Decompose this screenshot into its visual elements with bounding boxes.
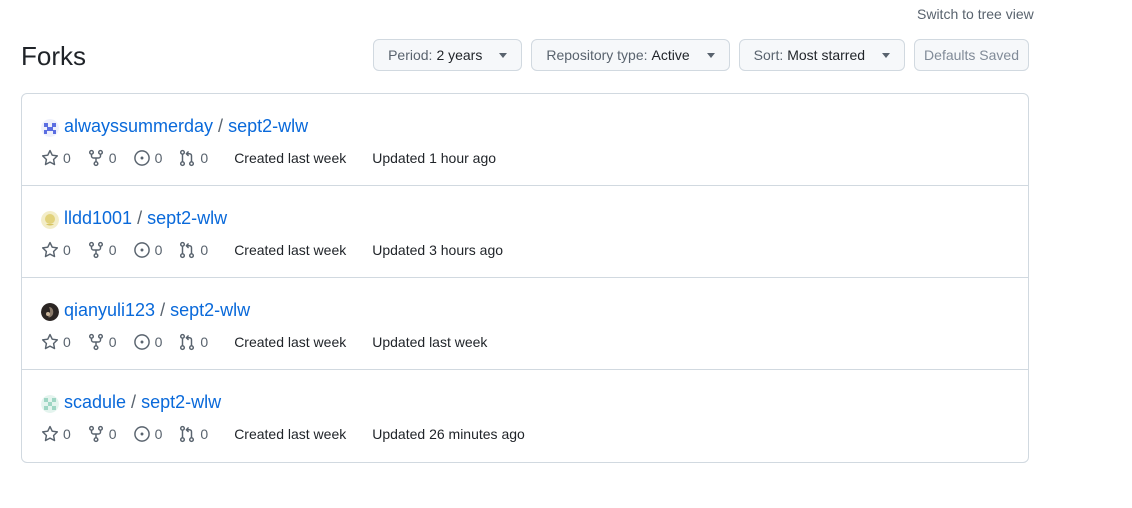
pull-requests-count: 0 bbox=[178, 333, 208, 351]
repo-forked-icon bbox=[88, 241, 103, 259]
fork-repo-line: scadule / sept2-wlw bbox=[41, 390, 221, 414]
forks-count: 0 bbox=[87, 333, 117, 351]
defaults-saved-button: Defaults Saved bbox=[914, 39, 1029, 71]
star-icon bbox=[41, 241, 59, 258]
created-date: Created last week bbox=[234, 426, 347, 442]
fork-row: alwayssummerday / sept2-wlw 0 0 0 0 Crea… bbox=[22, 94, 1028, 185]
repository-type-dropdown-button[interactable]: Repository type: Active bbox=[531, 39, 730, 71]
fork-repo-line: alwayssummerday / sept2-wlw bbox=[41, 114, 308, 138]
issue-opened-icon bbox=[133, 150, 150, 166]
path-separator: / bbox=[218, 116, 224, 136]
avatar[interactable] bbox=[41, 394, 59, 413]
star-icon bbox=[41, 149, 59, 166]
stars-count: 0 bbox=[41, 241, 71, 259]
fork-owner-link[interactable]: scadule bbox=[64, 390, 126, 414]
created-date: Created last week bbox=[234, 334, 347, 350]
fork-row: qianyuli123 / sept2-wlw 0 0 0 0 Created … bbox=[22, 277, 1028, 369]
repo-forked-icon bbox=[88, 333, 103, 351]
created-date: Created last week bbox=[234, 150, 347, 166]
repo-forked-icon bbox=[88, 425, 103, 443]
forks-page: Switch to tree view Forks Period: 2 year… bbox=[0, 0, 1132, 508]
path-separator: / bbox=[131, 392, 137, 412]
fork-row: lldd1001 / sept2-wlw 0 0 0 0 Created las… bbox=[22, 185, 1028, 277]
stars-count: 0 bbox=[41, 425, 71, 443]
fork-owner-link[interactable]: lldd1001 bbox=[64, 206, 132, 230]
fork-repo-link[interactable]: sept2-wlw bbox=[147, 206, 227, 230]
sort-label: Sort: bbox=[753, 47, 784, 63]
forks-count: 0 bbox=[87, 241, 117, 259]
triangle-down-icon bbox=[882, 52, 891, 58]
triangle-down-icon bbox=[706, 52, 715, 58]
pull-requests-count: 0 bbox=[178, 149, 208, 167]
fork-owner-link[interactable]: alwayssummerday bbox=[64, 114, 213, 138]
updated-date: Updated 26 minutes ago bbox=[372, 426, 525, 442]
fork-repo-line: qianyuli123 / sept2-wlw bbox=[41, 298, 250, 322]
fork-meta: 0 0 0 0 Created last week Updated 26 min… bbox=[41, 425, 525, 443]
updated-date: Updated 3 hours ago bbox=[372, 242, 504, 258]
issues-count: 0 bbox=[133, 149, 162, 167]
issue-opened-icon bbox=[133, 426, 150, 442]
fork-repo-link[interactable]: sept2-wlw bbox=[228, 114, 308, 138]
pull-requests-count: 0 bbox=[178, 241, 208, 259]
fork-repo-line: lldd1001 / sept2-wlw bbox=[41, 206, 227, 230]
fork-meta: 0 0 0 0 Created last week Updated last w… bbox=[41, 333, 487, 351]
created-date: Created last week bbox=[234, 242, 347, 258]
forks-header: Forks Period: 2 years Repository type: A… bbox=[21, 39, 1029, 71]
avatar[interactable] bbox=[41, 118, 59, 137]
repository-type-value: Active bbox=[651, 47, 690, 63]
period-dropdown-button[interactable]: Period: 2 years bbox=[373, 39, 523, 71]
page-title: Forks bbox=[21, 41, 86, 71]
filter-controls: Period: 2 years Repository type: Active … bbox=[373, 39, 1029, 71]
git-pull-request-icon bbox=[180, 241, 195, 259]
forks-list: alwayssummerday / sept2-wlw 0 0 0 0 Crea… bbox=[21, 93, 1029, 463]
avatar[interactable] bbox=[41, 302, 59, 321]
updated-date: Updated last week bbox=[372, 334, 488, 350]
avatar[interactable] bbox=[41, 210, 59, 229]
path-separator: / bbox=[160, 300, 166, 320]
fork-repo-link[interactable]: sept2-wlw bbox=[170, 298, 250, 322]
path-separator: / bbox=[137, 208, 143, 228]
issues-count: 0 bbox=[133, 241, 162, 259]
star-icon bbox=[41, 425, 59, 442]
star-icon bbox=[41, 333, 59, 350]
fork-meta: 0 0 0 0 Created last week Updated 1 hour… bbox=[41, 149, 496, 167]
forks-count: 0 bbox=[87, 149, 117, 167]
sort-dropdown-button[interactable]: Sort: Most starred bbox=[738, 39, 906, 71]
git-pull-request-icon bbox=[180, 149, 195, 167]
pull-requests-count: 0 bbox=[178, 425, 208, 443]
issues-count: 0 bbox=[133, 425, 162, 443]
fork-meta: 0 0 0 0 Created last week Updated 3 hour… bbox=[41, 241, 503, 259]
fork-repo-link[interactable]: sept2-wlw bbox=[141, 390, 221, 414]
issue-opened-icon bbox=[133, 242, 150, 258]
repository-type-label: Repository type: bbox=[546, 47, 648, 63]
issue-opened-icon bbox=[133, 334, 150, 350]
period-value: 2 years bbox=[436, 47, 483, 63]
repo-forked-icon bbox=[88, 149, 103, 167]
period-label: Period: bbox=[388, 47, 433, 63]
switch-to-tree-view-link[interactable]: Switch to tree view bbox=[917, 6, 1034, 22]
stars-count: 0 bbox=[41, 333, 71, 351]
issues-count: 0 bbox=[133, 333, 162, 351]
fork-row: scadule / sept2-wlw 0 0 0 0 Created last… bbox=[22, 369, 1028, 462]
git-pull-request-icon bbox=[180, 333, 195, 351]
updated-date: Updated 1 hour ago bbox=[372, 150, 497, 166]
triangle-down-icon bbox=[499, 52, 508, 58]
git-pull-request-icon bbox=[180, 425, 195, 443]
forks-count: 0 bbox=[87, 425, 117, 443]
stars-count: 0 bbox=[41, 149, 71, 167]
fork-owner-link[interactable]: qianyuli123 bbox=[64, 298, 155, 322]
sort-value: Most starred bbox=[787, 47, 866, 63]
